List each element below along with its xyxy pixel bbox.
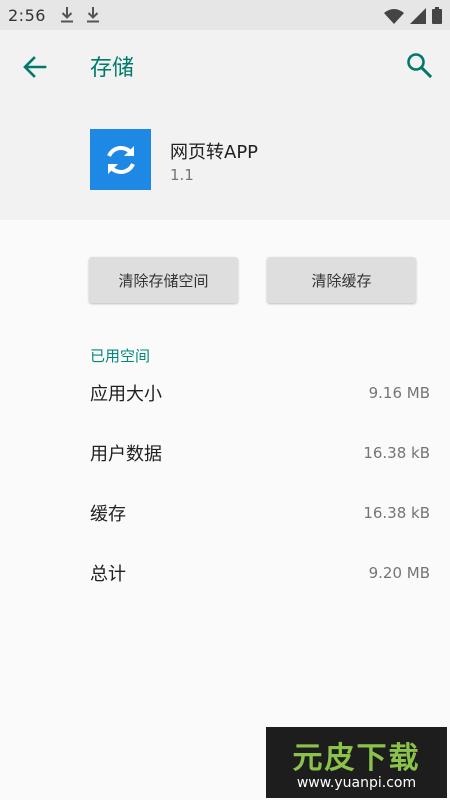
signal-icon — [410, 7, 426, 24]
row-value: 9.20 MB — [368, 564, 430, 582]
sync-icon — [90, 129, 151, 190]
battery-icon — [432, 7, 442, 24]
storage-row-user-data: 用户数据 16.38 kB — [90, 438, 430, 468]
app-version: 1.1 — [170, 166, 194, 184]
download-icon — [86, 7, 99, 23]
app-name: 网页转APP — [170, 142, 259, 163]
app-header: 网页转APP 1.1 — [0, 104, 450, 220]
clear-cache-button[interactable]: 清除缓存 — [267, 257, 416, 303]
section-title: 已用空间 — [90, 347, 151, 365]
watermark-logo: 元皮下载 www.yuanpi.com — [266, 727, 447, 798]
row-label: 应用大小 — [90, 384, 162, 405]
row-value: 9.16 MB — [368, 384, 430, 402]
watermark-url: www.yuanpi.com — [296, 775, 417, 791]
storage-row-total: 总计 9.20 MB — [90, 558, 430, 588]
search-icon[interactable] — [404, 50, 434, 80]
row-label: 用户数据 — [90, 444, 162, 465]
storage-row-cache: 缓存 16.38 kB — [90, 498, 430, 528]
arrow-back-icon[interactable] — [20, 52, 50, 82]
wifi-icon — [384, 8, 404, 24]
page-title: 存储 — [90, 56, 135, 81]
row-label: 总计 — [90, 564, 126, 585]
row-value: 16.38 kB — [363, 444, 430, 462]
watermark-title: 元皮下载 — [292, 741, 421, 776]
status-bar: 2:56 — [0, 0, 450, 30]
download-icon — [60, 7, 73, 23]
row-label: 缓存 — [90, 504, 126, 525]
status-time: 2:56 — [8, 5, 46, 25]
row-value: 16.38 kB — [363, 504, 430, 522]
storage-row-app-size: 应用大小 9.16 MB — [90, 378, 430, 408]
clear-storage-button[interactable]: 清除存储空间 — [89, 257, 238, 303]
app-bar: 存储 — [0, 30, 450, 104]
